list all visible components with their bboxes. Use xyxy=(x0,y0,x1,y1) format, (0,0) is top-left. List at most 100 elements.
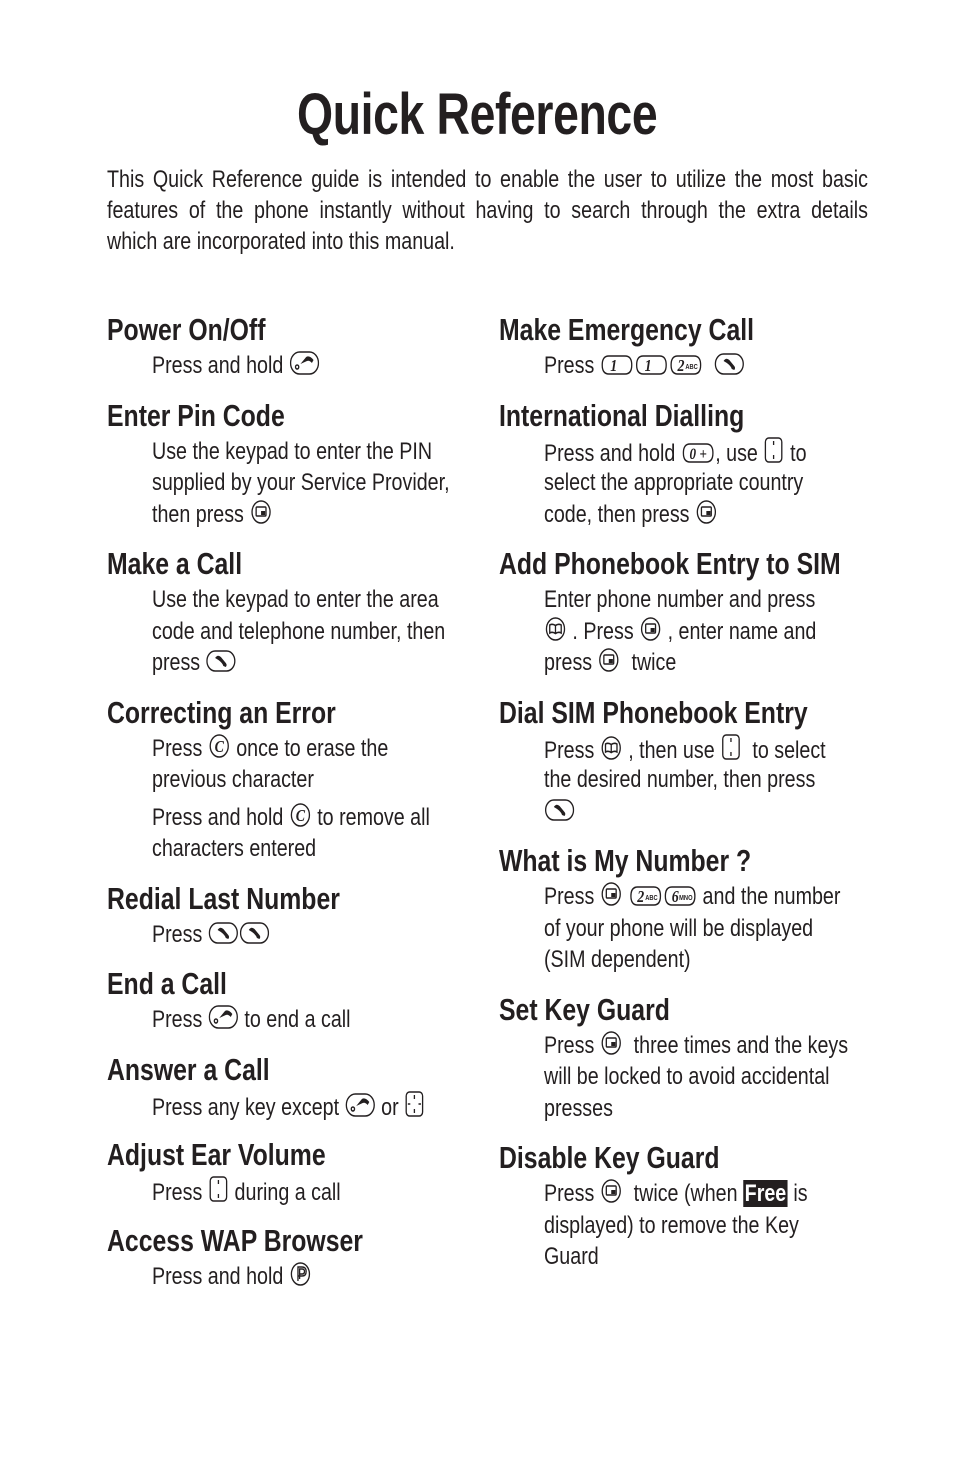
instruction-line: Press twice (when Free is xyxy=(544,1178,926,1210)
end-power-key-icon xyxy=(345,1092,375,1118)
page-title: Quick Reference xyxy=(296,82,658,147)
navigation-key-icon xyxy=(721,733,741,761)
section-heading: What is My Number ? xyxy=(499,843,926,881)
send-call-key-icon xyxy=(544,798,575,822)
instruction-line-content: Press and hold C to remove all xyxy=(152,802,430,834)
instruction-line: Press three times and the keys xyxy=(544,1030,926,1062)
instruction-line-content: Press three times and the keys xyxy=(544,1030,848,1062)
svg-text:6: 6 xyxy=(671,888,678,907)
instruction-text: code and telephone number, then xyxy=(152,617,446,645)
instruction-line-content: presses xyxy=(544,1093,613,1125)
instruction-text: Press xyxy=(544,736,600,764)
instruction-text: Use the keypad to enter the area xyxy=(152,586,439,613)
instruction-paragraph: Press and hold xyxy=(152,1261,515,1293)
section-redial-last-number: Redial Last Number Press xyxy=(107,881,515,967)
instruction-paragraph: Press 1 1 2 ABC xyxy=(544,350,926,382)
section-make-a-call: Make a Call Use the keypad to enter the a… xyxy=(107,546,515,695)
section-body: Press C once to erase the previous charac… xyxy=(152,733,515,881)
svg-text:2: 2 xyxy=(636,888,644,907)
instruction-paragraph: Press twice (when Free is displayed) to r… xyxy=(544,1178,926,1273)
instruction-line-content: . Press , enter name and xyxy=(544,616,816,648)
instruction-text: and the number xyxy=(697,883,841,910)
instruction-text: Press and hold xyxy=(152,1262,289,1290)
section-dial-sim-phonebook-entry: Dial SIM Phonebook Entry Press , then use… xyxy=(499,695,926,844)
menu-softkey-icon xyxy=(601,1178,622,1204)
section-body: Use the keypad to enter the area code and… xyxy=(152,584,515,695)
section-body: Press and hold 0 + , use to select the app… xyxy=(544,436,926,547)
instruction-line: select the appropriate country xyxy=(544,467,926,499)
instruction-line: Press to end a call xyxy=(152,1004,515,1036)
instruction-line-content: previous character xyxy=(152,764,314,796)
instruction-text: characters entered xyxy=(152,835,317,862)
section-heading: Answer a Call xyxy=(107,1052,515,1090)
wap-key-icon xyxy=(290,1261,311,1287)
instruction-line-content: will be locked to avoid accidental xyxy=(544,1061,830,1093)
instruction-line: Press during a call xyxy=(152,1175,515,1207)
instruction-text: . Press xyxy=(566,617,640,645)
phonebook-key-icon xyxy=(601,735,622,761)
instruction-line-content: code and telephone number, then xyxy=(152,616,445,648)
section-heading-text: Make a Call xyxy=(107,546,243,581)
section-heading: Disable Key Guard xyxy=(499,1140,926,1178)
intro-paragraph: This Quick Reference guide is intended t… xyxy=(107,164,868,257)
instruction-text: twice (when xyxy=(622,1180,744,1207)
instruction-line-content: code, then press xyxy=(544,499,718,531)
section-body: Press three times and the keys will be lo… xyxy=(544,1030,926,1141)
section-body: Press and hold xyxy=(152,1261,515,1309)
instruction-paragraph: Press and hold C to remove all characters… xyxy=(152,802,515,865)
menu-softkey-icon xyxy=(601,1030,622,1056)
instruction-line-content: the desired number, then press xyxy=(544,764,815,796)
instruction-paragraph: Press 2 ABC 6 MNO and the number of your pho… xyxy=(544,881,926,976)
instruction-paragraph: Press C once to erase the previous charac… xyxy=(152,733,515,796)
intro-line: This Quick Reference guide is intended t… xyxy=(107,166,868,193)
section-heading-text: Disable Key Guard xyxy=(499,1140,720,1175)
intro-line: features of the phone instantly without … xyxy=(107,197,868,224)
menu-softkey-icon xyxy=(640,616,661,642)
instruction-line: Use the keypad to enter the area xyxy=(152,584,515,616)
section-disable-key-guard: Disable Key Guard Press twice (when Free … xyxy=(499,1140,926,1289)
instruction-line: Press and hold 0 + , use to xyxy=(544,436,926,468)
section-add-phonebook-entry-to-sim: Add Phonebook Entry to SIM Enter phone nu… xyxy=(499,546,926,695)
section-answer-a-call: Answer a Call Press any key except or xyxy=(107,1052,515,1138)
instruction-text: twice xyxy=(620,649,677,676)
instruction-text: to xyxy=(784,439,807,467)
instruction-line: displayed) to remove the Key xyxy=(544,1210,926,1242)
instruction-paragraph: Press any key except or xyxy=(152,1090,515,1122)
section-heading: Enter Pin Code xyxy=(107,398,515,436)
section-heading-text: Enter Pin Code xyxy=(107,397,285,433)
instruction-text: Press and hold xyxy=(152,352,289,379)
instruction-line-content: Guard xyxy=(544,1241,599,1273)
instruction-text: during a call xyxy=(229,1179,341,1206)
navigation-key-icon xyxy=(764,436,784,464)
section-heading-text: What is My Number ? xyxy=(499,843,752,878)
phonebook-key-icon xyxy=(545,616,566,642)
instruction-paragraph: Use the keypad to enter the PIN supplied … xyxy=(152,436,515,531)
section-heading: End a Call xyxy=(107,966,515,1004)
key-2-abc-icon: 2 ABC xyxy=(629,885,662,907)
instruction-text: supplied by your Service Provider, xyxy=(152,469,450,496)
instruction-text: , use xyxy=(715,439,764,467)
section-body: Press any key except or xyxy=(152,1090,515,1138)
section-heading: Correcting an Error xyxy=(107,695,515,733)
instruction-line: Press C once to erase the xyxy=(152,733,515,765)
instruction-line: Enter phone number and press xyxy=(544,584,926,616)
clear-key-icon: C xyxy=(209,733,230,759)
section-heading-text: Power On/Off xyxy=(107,312,266,347)
menu-softkey-icon xyxy=(696,499,717,525)
menu-softkey-icon xyxy=(250,499,271,525)
instruction-line-content: Press twice (when Free is xyxy=(544,1178,808,1210)
instruction-line-content: select the appropriate country xyxy=(544,467,803,499)
section-body: Enter phone number and press . Press , e… xyxy=(544,584,926,695)
instruction-line-content: of your phone will be displayed xyxy=(544,913,813,945)
instruction-line: code, then press xyxy=(544,499,926,531)
instruction-line-content: Enter phone number and press xyxy=(544,584,815,616)
end-power-key-icon xyxy=(289,350,320,376)
instruction-line-content: Press and hold xyxy=(152,1261,312,1293)
instruction-text: of your phone will be displayed xyxy=(544,914,814,942)
key-1-icon: 1 xyxy=(635,354,668,376)
section-heading-text: Set Key Guard xyxy=(499,991,670,1027)
instruction-line: Press 1 1 2 ABC xyxy=(544,350,926,382)
four-way-navigation-key-icon xyxy=(405,1090,425,1118)
section-enter-pin-code: Enter Pin Code Use the keypad to enter th… xyxy=(107,398,515,547)
instruction-line: the desired number, then press xyxy=(544,764,926,796)
